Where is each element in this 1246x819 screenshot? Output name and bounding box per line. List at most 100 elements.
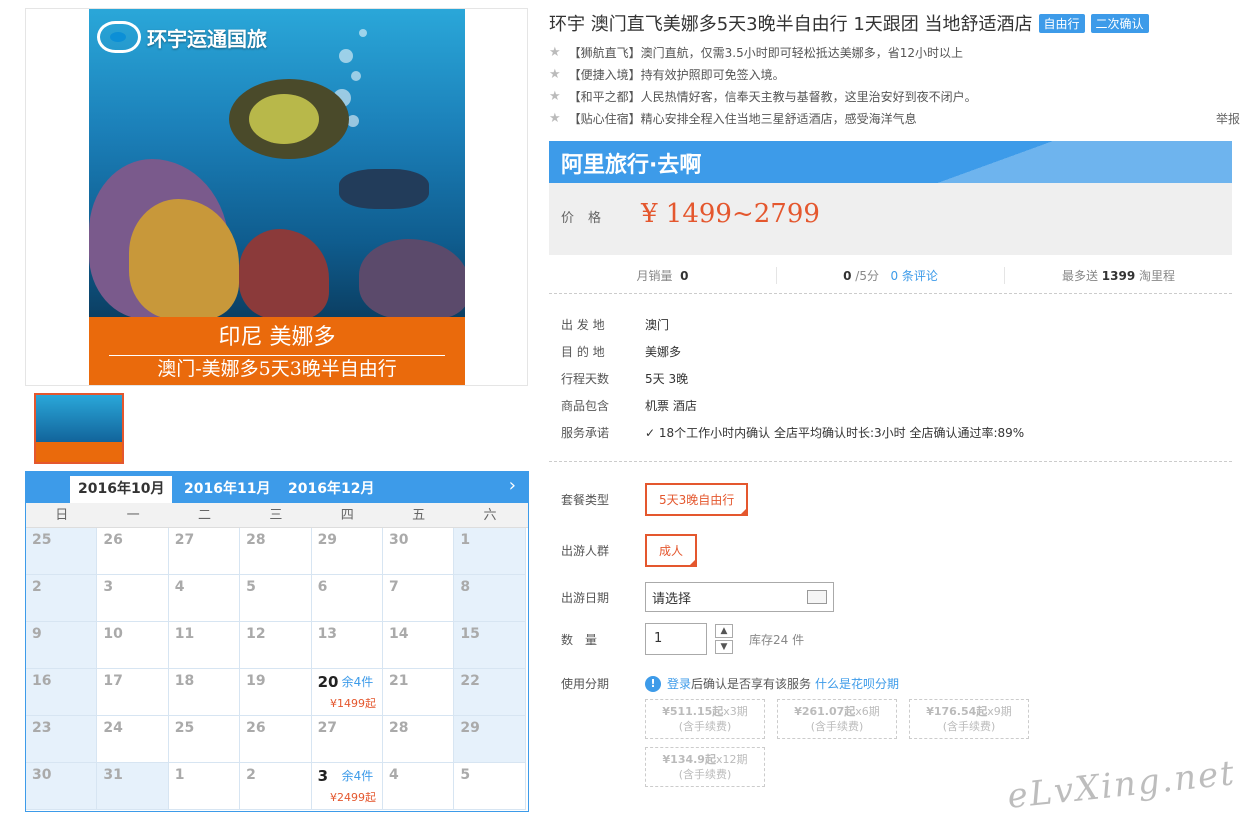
calendar-day-available[interactable]: 20 余4件 ¥1499起 bbox=[311, 669, 383, 716]
day-number: 1 bbox=[460, 532, 471, 548]
day-number: 21 bbox=[388, 673, 409, 689]
calendar-day: 7 bbox=[382, 575, 455, 622]
weekday-label: 二 bbox=[197, 508, 211, 523]
calendar-day: 19 bbox=[240, 669, 312, 716]
calendar-day: 22 bbox=[454, 669, 526, 716]
login-link[interactable]: 登录 bbox=[667, 675, 691, 692]
day-number: 24 bbox=[103, 720, 123, 736]
banner-destination: 印尼 美娜多 bbox=[218, 325, 336, 350]
day-number: 13 bbox=[317, 626, 338, 642]
tag-free-travel: 自由行 bbox=[1038, 13, 1085, 33]
calendar-day: 5 bbox=[240, 575, 312, 622]
price-value: ¥ 1499~2799 bbox=[641, 199, 820, 229]
calendar-grid: 25 26 27 28 29 30 1 2 3 4 5 6 7 8 9 10 11 12 13 14 15 16 17 18 1… bbox=[26, 528, 528, 810]
installment-option[interactable]: ¥134.9起x12期 (含手续费) bbox=[645, 747, 765, 787]
quantity-input[interactable]: 1 bbox=[645, 623, 707, 655]
calendar-day: 21 bbox=[382, 669, 455, 716]
tab-month-nov[interactable]: 2016年11月 bbox=[176, 476, 278, 503]
installment-option[interactable]: ¥176.54起x9期 (含手续费) bbox=[909, 699, 1029, 739]
info-icon: ! bbox=[645, 675, 661, 692]
weekday-label: 六 bbox=[483, 508, 497, 523]
calendar-day: 26 bbox=[97, 528, 169, 575]
weekday-label: 三 bbox=[269, 508, 283, 523]
tab-month-dec[interactable]: 2016年12月 bbox=[280, 476, 382, 503]
day-number: 18 bbox=[174, 673, 195, 689]
weekday-label: 一 bbox=[126, 508, 140, 523]
calendar-day: 24 bbox=[97, 716, 169, 763]
next-month-icon[interactable]: › bbox=[509, 475, 516, 496]
brand-name: 阿里旅行·去啊 bbox=[561, 153, 702, 178]
huabei-link[interactable]: 什么是花呗分期 bbox=[815, 675, 899, 692]
calendar-day: 5 bbox=[454, 763, 526, 810]
package-option-button[interactable]: 5天3晚自由行 bbox=[645, 483, 749, 516]
thumbnail-image[interactable] bbox=[34, 393, 124, 464]
decrement-icon[interactable]: ▼ bbox=[715, 640, 733, 654]
traveler-type-row: 出游人群 成人 bbox=[561, 534, 698, 567]
stock-count: 库存24 件 bbox=[749, 632, 805, 647]
info-row-service: 服务承诺 ✓ 18个工作小时内确认 全店平均确认时长:3小时 全店确认通过率:89… bbox=[561, 426, 1025, 440]
calendar-day: 16 bbox=[26, 669, 98, 716]
traveler-option-button[interactable]: 成人 bbox=[645, 534, 698, 567]
tag-second-confirm: 二次确认 bbox=[1090, 13, 1149, 33]
calendar-day: 25 bbox=[168, 716, 241, 763]
increment-icon[interactable]: ▲ bbox=[715, 624, 733, 638]
calendar-day: 29 bbox=[311, 528, 383, 575]
day-number: 19 bbox=[246, 673, 266, 689]
travel-date-input[interactable]: 请选择 bbox=[645, 582, 834, 612]
star-icon: ★ bbox=[549, 89, 561, 104]
tab-month-oct[interactable]: 2016年10月 bbox=[70, 476, 173, 503]
day-number: 27 bbox=[317, 720, 338, 736]
report-link[interactable]: 举报 bbox=[1216, 110, 1240, 127]
day-price: ¥2499起 bbox=[329, 791, 376, 804]
day-number: 30 bbox=[388, 532, 409, 548]
calendar-day: 30 bbox=[382, 528, 455, 575]
info-row-departure: 出 发 地澳门 bbox=[561, 318, 670, 332]
divider bbox=[549, 461, 1232, 462]
calendar-day: 29 bbox=[454, 716, 526, 763]
travel-date-row: 出游日期 请选择 bbox=[561, 582, 834, 612]
calendar-day: 1 bbox=[168, 763, 241, 810]
day-number: 25 bbox=[32, 532, 52, 548]
calendar-day: 27 bbox=[311, 716, 383, 763]
day-number: 9 bbox=[32, 626, 42, 642]
calendar-icon[interactable] bbox=[807, 590, 827, 604]
highlight-item: ★ 【贴心住宿】精心安排全程入住当地三星舒适酒店，感受海洋气息 bbox=[549, 108, 1239, 130]
installment-option[interactable]: ¥261.07起x6期 (含手续费) bbox=[777, 699, 897, 739]
day-number: 29 bbox=[317, 532, 338, 548]
installment-option[interactable]: ¥511.15起x3期 (含手续费) bbox=[645, 699, 765, 739]
day-number: 16 bbox=[32, 673, 52, 689]
main-product-image: 环宇运通国旅 印尼 美娜多 澳门-美娜多5天3晚半自由行 bbox=[25, 8, 528, 386]
globe-logo-icon bbox=[97, 21, 141, 53]
day-price: ¥1499起 bbox=[329, 697, 376, 710]
weekday-header: 日一二三四五六 bbox=[26, 503, 528, 528]
highlight-item: ★ 【便捷入境】持有效护照即可免签入境。 bbox=[549, 64, 1239, 86]
calendar-day: 6 bbox=[311, 575, 383, 622]
day-number: 2 bbox=[32, 579, 42, 595]
day-number: 23 bbox=[32, 720, 52, 736]
day-number: 30 bbox=[32, 767, 52, 783]
calendar-day: 2 bbox=[26, 575, 98, 622]
day-number: 22 bbox=[460, 673, 480, 689]
calendar-day: 18 bbox=[168, 669, 241, 716]
day-number: 28 bbox=[388, 720, 409, 736]
day-number: 3 bbox=[103, 579, 114, 595]
installment-options: ¥511.15起x3期 (含手续费) ¥261.07起x6期 (含手续费) ¥176… bbox=[645, 699, 1045, 787]
day-number: 15 bbox=[460, 626, 480, 642]
highlight-item: ★ 【狮航直飞】澳门直航，仅需3.5小时即可轻松抵达美娜多，省12小时以上 bbox=[549, 42, 1239, 64]
day-number: 11 bbox=[174, 626, 195, 642]
day-number: 1 bbox=[174, 767, 185, 783]
calendar-day: 12 bbox=[240, 622, 312, 669]
calendar-day: 11 bbox=[168, 622, 241, 669]
day-number: 25 bbox=[174, 720, 195, 736]
calendar-day: 4 bbox=[168, 575, 241, 622]
mileage: 最多送 1399 淘里程 bbox=[1061, 269, 1176, 283]
calendar-day: 10 bbox=[97, 622, 169, 669]
calendar-day: 9 bbox=[26, 622, 98, 669]
calendar-day-available[interactable]: 3 余4件 ¥2499起 bbox=[311, 763, 383, 810]
day-number: 8 bbox=[460, 579, 471, 595]
info-row-includes: 商品包含 机票 酒店 bbox=[561, 399, 697, 413]
day-number: 29 bbox=[460, 720, 480, 736]
product-title-row: 环宇 澳门直飞美娜多5天3晚半自由行 1天跟团 当地舒适酒店 自由行 二次确认 bbox=[549, 10, 1239, 36]
reviews-link[interactable]: 0 条评论 bbox=[890, 269, 937, 283]
calendar-day: 31 bbox=[97, 763, 169, 810]
